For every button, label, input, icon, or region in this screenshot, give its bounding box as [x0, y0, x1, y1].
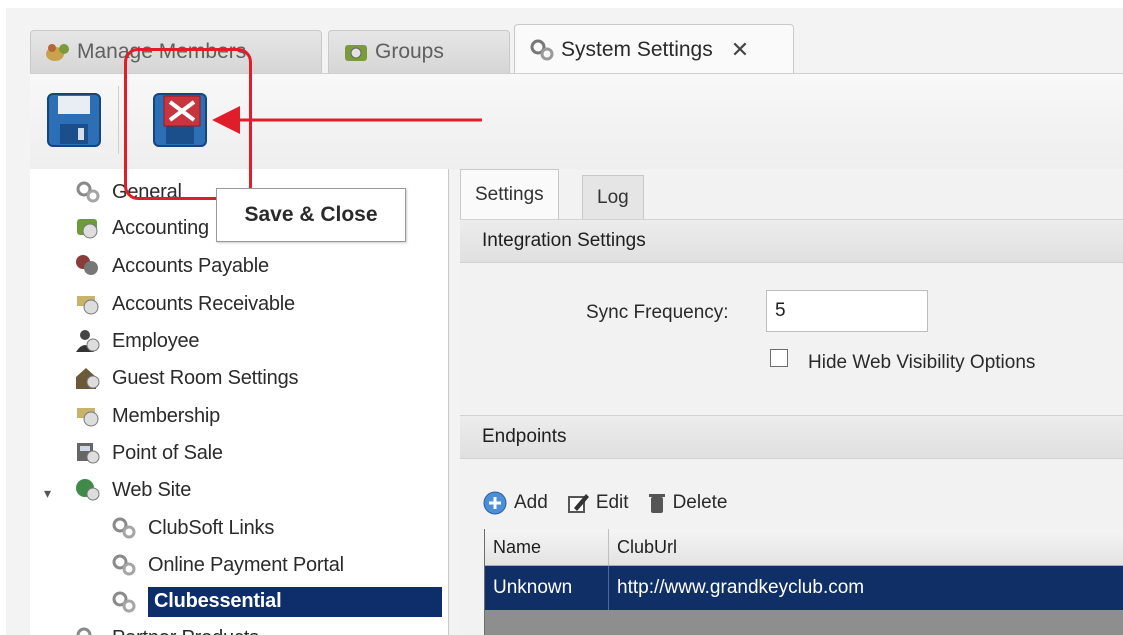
- save-close-tooltip: Save & Close: [216, 188, 406, 242]
- tree-item-partner-products[interactable]: Partner Products: [74, 621, 259, 635]
- grid-header-row: Name ClubUrl: [485, 529, 1123, 566]
- tab-label: Groups: [375, 40, 444, 63]
- tooltip-text: Save & Close: [244, 203, 378, 226]
- tree-item-web-site[interactable]: Web Site: [74, 473, 191, 507]
- gears-icon: [74, 179, 102, 205]
- tree-item-label: Partner Products: [112, 627, 259, 635]
- gears-icon: [74, 625, 102, 635]
- tree-item-label: Employee: [112, 329, 200, 352]
- guest-room-icon: [74, 365, 102, 391]
- annotation-arrow-icon: [212, 106, 482, 134]
- tab-label: System Settings: [561, 37, 713, 61]
- tree-item-accounting[interactable]: Accounting: [74, 211, 209, 245]
- gears-icon: [110, 589, 138, 615]
- endpoints-grid: Name ClubUrl Unknown http://www.grandkey…: [484, 529, 1123, 635]
- members-icon: [45, 41, 71, 63]
- tree-item-label: Online Payment Portal: [148, 553, 344, 576]
- tab-log[interactable]: Log: [582, 175, 644, 220]
- tree-item-employee[interactable]: Employee: [74, 324, 200, 358]
- tree-item-label: Accounts Receivable: [112, 292, 295, 315]
- save-button[interactable]: [42, 88, 106, 152]
- delete-label: Delete: [672, 492, 728, 513]
- add-label: Add: [514, 492, 548, 513]
- sync-frequency-input[interactable]: 5: [766, 290, 928, 332]
- collapse-arrow-icon[interactable]: ▾: [44, 485, 51, 502]
- floppy-disk-icon: [47, 93, 101, 147]
- table-row[interactable]: Unknown http://www.grandkeyclub.com: [485, 566, 1123, 610]
- add-icon: [483, 491, 507, 515]
- sync-frequency-label: Sync Frequency:: [586, 302, 729, 323]
- tab-groups[interactable]: Groups: [328, 30, 510, 73]
- edit-icon: [567, 494, 589, 513]
- trash-icon: [648, 494, 665, 513]
- toolbar-separator: [118, 86, 119, 154]
- tree-item-clubessential[interactable]: Clubessential: [110, 585, 442, 619]
- accounts-payable-icon: [74, 253, 102, 279]
- tree-item-label: Clubessential: [148, 587, 442, 617]
- add-button[interactable]: Add: [482, 490, 548, 516]
- integration-settings-header: Integration Settings: [460, 219, 1123, 263]
- web-site-icon: [74, 477, 102, 503]
- tree-item-label: Membership: [112, 404, 221, 427]
- gears-icon: [110, 515, 138, 541]
- expand-arrow-icon[interactable]: ▸: [44, 631, 51, 635]
- tree-item-clubsoft-links[interactable]: ClubSoft Links: [110, 511, 274, 545]
- column-header-name[interactable]: Name: [485, 529, 609, 565]
- tree-item-label: Point of Sale: [112, 441, 223, 464]
- accounts-receivable-icon: [74, 291, 102, 317]
- tab-label: Log: [597, 187, 629, 208]
- edit-button[interactable]: Edit: [566, 491, 629, 515]
- tab-settings[interactable]: Settings: [460, 169, 559, 220]
- tab-label: Settings: [475, 184, 544, 205]
- endpoints-toolbar: Add Edit Delete: [482, 485, 745, 521]
- tree-item-point-of-sale[interactable]: Point of Sale: [74, 436, 223, 470]
- tree-item-label: Guest Room Settings: [112, 366, 299, 389]
- groups-icon: [343, 41, 369, 63]
- hide-web-visibility-label: Hide Web Visibility Options: [808, 352, 1036, 373]
- endpoints-header: Endpoints: [460, 415, 1123, 459]
- cell-cluburl: http://www.grandkeyclub.com: [617, 577, 865, 598]
- tree-item-label: Accounting: [112, 216, 209, 239]
- tree-item-accounts-receivable[interactable]: Accounts Receivable: [74, 287, 295, 321]
- close-icon[interactable]: ✕: [731, 37, 749, 63]
- application-window: Manage Members Groups System Settings ✕: [6, 8, 1123, 635]
- tree-item-guest-room-settings[interactable]: Guest Room Settings: [74, 361, 298, 395]
- tree-item-label: Web Site: [112, 478, 192, 501]
- tree-item-online-payment-portal[interactable]: Online Payment Portal: [110, 548, 344, 582]
- section-title: Integration Settings: [482, 230, 646, 251]
- delete-button[interactable]: Delete: [647, 491, 728, 515]
- section-title: Endpoints: [482, 426, 567, 447]
- gears-icon: [110, 552, 138, 578]
- tree-item-membership[interactable]: Membership: [74, 399, 220, 433]
- employee-icon: [74, 328, 102, 354]
- accounting-icon: [74, 215, 102, 241]
- cell-name: Unknown: [485, 566, 609, 610]
- tab-system-settings[interactable]: System Settings ✕: [514, 24, 794, 74]
- settings-panel: Settings Log Integration Settings Sync F…: [460, 169, 1123, 635]
- tree-item-label: ClubSoft Links: [148, 516, 275, 539]
- tree-item-label: Accounts Payable: [112, 254, 269, 277]
- column-header-cluburl[interactable]: ClubUrl: [609, 529, 1123, 565]
- hide-web-visibility-checkbox[interactable]: [770, 349, 788, 367]
- edit-label: Edit: [595, 492, 629, 513]
- gears-icon: [529, 39, 555, 61]
- tree-item-accounts-payable[interactable]: Accounts Payable: [74, 249, 269, 283]
- membership-icon: [74, 403, 102, 429]
- point-of-sale-icon: [74, 440, 102, 466]
